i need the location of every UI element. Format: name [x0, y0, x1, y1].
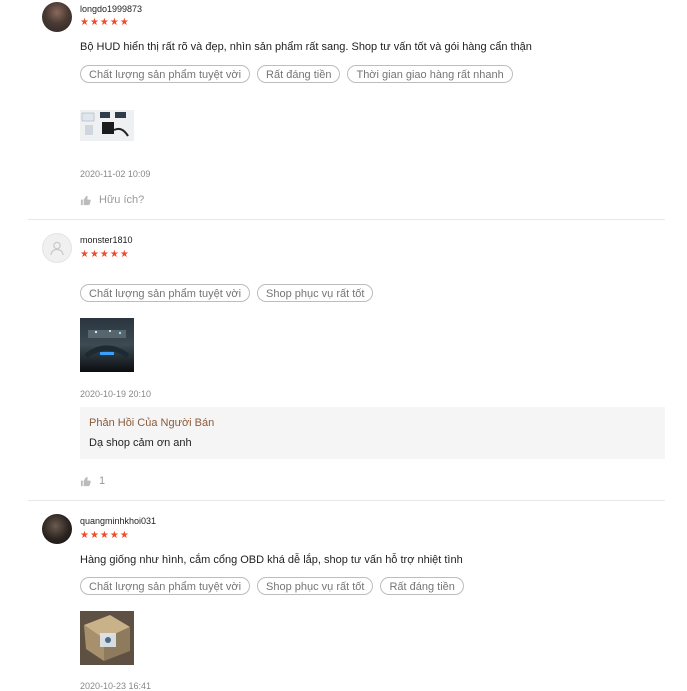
review-tag: Chất lượng sản phẩm tuyệt vời — [80, 65, 251, 83]
star-rating: ★★★★★ — [80, 530, 130, 541]
user-avatar[interactable] — [42, 514, 72, 544]
review-tag: Shop phục vụ rất tốt — [257, 577, 374, 595]
review-date: 2020-10-19 20:10 — [80, 389, 152, 399]
thumbs-up-icon — [80, 195, 91, 205]
review-comment: Bộ HUD hiển thị rất rõ và đẹp, nhìn sản … — [80, 41, 532, 53]
review-tag: Chất lượng sản phẩm tuyệt vời — [80, 577, 251, 595]
user-avatar[interactable] — [42, 2, 72, 32]
review-date: 2020-11-02 10:09 — [80, 169, 151, 179]
seller-reply-title: Phản Hồi Của Người Bán — [89, 417, 215, 429]
username[interactable]: monster1810 — [80, 235, 133, 245]
review-tag: Thời gian giao hàng rất nhanh — [347, 65, 513, 83]
user-avatar[interactable] — [42, 233, 72, 263]
star-rating: ★★★★★ — [80, 249, 130, 260]
username[interactable]: longdo1999873 — [80, 4, 142, 14]
review-divider — [28, 219, 665, 220]
user-placeholder-icon — [50, 241, 64, 256]
review-date: 2020-10-23 16:41 — [80, 681, 152, 691]
review-tag: Rất đáng tiền — [380, 577, 464, 595]
username[interactable]: quangminhkhoi031 — [80, 516, 156, 526]
helpful-label: Hữu ích? — [99, 194, 145, 206]
review-tag: Rất đáng tiền — [257, 65, 341, 83]
review-item: monster1810 ★★★★★ Chất lượng sản phẩm tu… — [28, 221, 665, 501]
helpful-button[interactable]: Hữu ích? — [80, 194, 144, 206]
review-comment: Hàng giống như hình, cắm cổng OBD khá dễ… — [80, 554, 463, 566]
review-tags: Chất lượng sản phẩm tuyệt vời Rất đáng t… — [80, 65, 513, 83]
helpful-count: 1 — [99, 475, 106, 487]
review-photo[interactable] — [80, 611, 134, 665]
review-item: quangminhkhoi031 ★★★★★ Hàng giống như hì… — [28, 501, 665, 691]
seller-reply-text: Dạ shop cảm ơn anh — [89, 437, 192, 449]
review-item: longdo1999873 ★★★★★ Bộ HUD hiển thị rất … — [28, 0, 665, 220]
review-photo[interactable] — [80, 110, 134, 141]
helpful-button[interactable]: 1 — [80, 475, 105, 487]
thumbs-up-icon — [80, 476, 91, 486]
star-rating: ★★★★★ — [80, 17, 130, 28]
review-photo[interactable] — [80, 318, 134, 372]
review-tag: Shop phục vụ rất tốt — [257, 284, 374, 302]
review-tags: Chất lượng sản phẩm tuyệt vời Shop phục … — [80, 577, 464, 595]
review-tag: Chất lượng sản phẩm tuyệt vời — [80, 284, 251, 302]
review-tags: Chất lượng sản phẩm tuyệt vời Shop phục … — [80, 284, 374, 302]
seller-reply: Phản Hồi Của Người Bán Dạ shop cảm ơn an… — [80, 407, 665, 459]
